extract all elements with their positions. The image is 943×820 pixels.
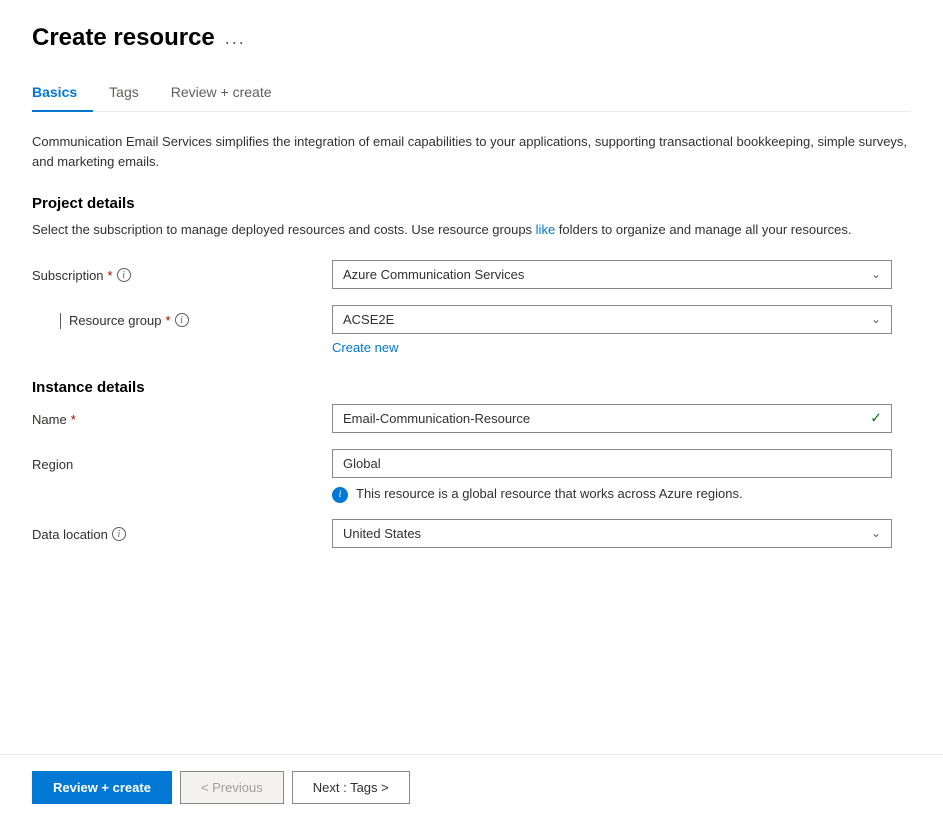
data-location-label: Data location i: [32, 527, 332, 542]
data-location-value: United States: [343, 526, 421, 541]
project-details-section: Project details Select the subscription …: [32, 195, 911, 355]
name-label: Name *: [32, 412, 332, 427]
tab-basics[interactable]: Basics: [32, 76, 93, 112]
data-location-control: United States ⌄: [332, 519, 911, 548]
resource-group-chevron: ⌄: [871, 312, 881, 326]
data-location-chevron: ⌄: [871, 526, 881, 540]
data-location-row: Data location i United States ⌄: [32, 519, 911, 548]
tab-review-create[interactable]: Review + create: [171, 76, 288, 112]
subscription-chevron: ⌄: [871, 267, 881, 281]
region-row: Region i This resource is a global resou…: [32, 449, 911, 503]
resource-group-label: Resource group * i: [69, 313, 189, 328]
info-circle-icon: i: [332, 487, 348, 503]
name-input[interactable]: [332, 404, 892, 433]
subscription-value: Azure Communication Services: [343, 267, 524, 282]
service-description: Communication Email Services simplifies …: [32, 132, 911, 171]
region-input[interactable]: [332, 449, 892, 478]
next-button[interactable]: Next : Tags >: [292, 771, 410, 804]
name-required: *: [71, 412, 76, 427]
resource-group-row: Resource group * i ACSE2E ⌄ Create new: [32, 305, 911, 355]
subscription-control: Azure Communication Services ⌄: [332, 260, 911, 289]
resource-group-required: *: [166, 313, 171, 328]
name-control: ✓: [332, 404, 911, 433]
data-location-dropdown[interactable]: United States ⌄: [332, 519, 892, 548]
subscription-row: Subscription * i Azure Communication Ser…: [32, 260, 911, 289]
tab-tags[interactable]: Tags: [109, 76, 155, 112]
check-icon: ✓: [870, 410, 882, 427]
region-control: i This resource is a global resource tha…: [332, 449, 911, 503]
region-info-text: This resource is a global resource that …: [356, 486, 743, 501]
subscription-info-icon[interactable]: i: [117, 268, 131, 282]
subscription-label: Subscription * i: [32, 268, 332, 283]
resource-group-value: ACSE2E: [343, 312, 394, 327]
project-details-title: Project details: [32, 195, 911, 212]
project-details-description: Select the subscription to manage deploy…: [32, 220, 911, 240]
instance-details-title: Instance details: [32, 379, 911, 396]
ellipsis-menu[interactable]: ...: [225, 28, 246, 49]
footer: Review + create < Previous Next : Tags >: [32, 755, 911, 820]
resource-group-dropdown[interactable]: ACSE2E ⌄: [332, 305, 892, 334]
create-new-link[interactable]: Create new: [332, 340, 398, 355]
region-info-box: i This resource is a global resource tha…: [332, 486, 892, 503]
page-title: Create resource: [32, 24, 215, 52]
previous-button[interactable]: < Previous: [180, 771, 284, 804]
tab-bar: Basics Tags Review + create: [32, 76, 911, 112]
resource-group-control: ACSE2E ⌄ Create new: [332, 305, 911, 355]
indent-line: [60, 313, 61, 329]
name-row: Name * ✓: [32, 404, 911, 433]
review-create-button[interactable]: Review + create: [32, 771, 172, 804]
instance-details-section: Instance details Name * ✓: [32, 379, 911, 548]
subscription-required: *: [108, 268, 113, 283]
resource-group-info-icon[interactable]: i: [175, 313, 189, 327]
content-area: Communication Email Services simplifies …: [32, 132, 911, 754]
region-label: Region: [32, 457, 332, 472]
indent-prefix: Resource group * i: [32, 305, 332, 329]
subscription-dropdown[interactable]: Azure Communication Services ⌄: [332, 260, 892, 289]
data-location-info-icon[interactable]: i: [112, 527, 126, 541]
